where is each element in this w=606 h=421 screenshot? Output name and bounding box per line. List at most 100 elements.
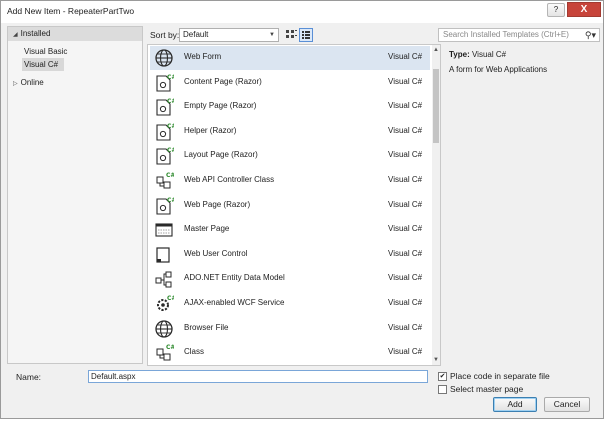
tree-item-installed[interactable]: ◢ Installed	[8, 27, 142, 41]
template-row[interactable]: C# Web Page (Razor) Visual C#	[150, 194, 430, 218]
class-icon: C#	[154, 343, 175, 363]
template-language: Visual C#	[388, 175, 423, 184]
scroll-thumb[interactable]	[433, 69, 439, 143]
template-language: Visual C#	[388, 199, 423, 209]
scroll-down-arrow-icon[interactable]: ▼	[433, 357, 439, 363]
svg-text:C#: C#	[166, 172, 174, 179]
template-row[interactable]: C# Empty Page (Razor) Visual C#	[150, 95, 430, 119]
template-name: ADO.NET Entity Data Model	[184, 273, 285, 283]
dropdown-arrow-icon: ▼	[269, 32, 275, 38]
name-label: Name:	[16, 372, 42, 382]
sort-by-label: Sort by:	[150, 30, 180, 40]
razor-page-icon: C#	[154, 122, 176, 142]
sort-by-value: Default	[183, 30, 209, 39]
template-name: AJAX-enabled WCF Service	[184, 298, 285, 307]
type-value: Visual C#	[471, 50, 507, 59]
grid-view-icon	[286, 30, 297, 38]
wcf-service-icon: C#	[154, 294, 176, 314]
class-icon: C#	[154, 171, 175, 191]
template-language: Visual C#	[388, 248, 423, 258]
search-templates-input[interactable]: Search Installed Templates (Ctrl+E) ⚲▾	[438, 28, 600, 42]
template-row[interactable]: C# Layout Page (Razor) Visual C#	[150, 144, 430, 168]
template-row[interactable]: Web User Control Visual C#	[150, 243, 430, 267]
checkmark-icon: ✔	[439, 373, 446, 380]
add-new-item-dialog: Add New Item - RepeaterPartTwo ? X ◢ Inst…	[0, 0, 604, 419]
search-icon[interactable]: ⚲▾	[585, 29, 596, 41]
template-row[interactable]: C# Web API Controller Class Visual C#	[150, 169, 430, 193]
razor-page-icon: C#	[154, 146, 176, 166]
template-row[interactable]: Browser File Visual C#	[150, 317, 430, 341]
list-view-button[interactable]	[299, 28, 313, 42]
search-placeholder: Search Installed Templates (Ctrl+E)	[443, 30, 569, 39]
master-page-label: Select master page	[450, 384, 524, 394]
separate-file-checkbox[interactable]: ✔	[438, 372, 447, 381]
template-row[interactable]: C# AJAX-enabled WCF Service Visual C#	[150, 292, 430, 316]
template-details: Type: Visual C# A form for Web Applicati…	[443, 44, 601, 366]
template-row[interactable]: Master Page Visual C#	[150, 218, 430, 242]
svg-text:C#: C#	[167, 197, 174, 204]
globe-icon	[154, 319, 174, 339]
template-name: Master Page	[184, 224, 230, 234]
template-name: Browser File	[184, 322, 229, 332]
template-row[interactable]: C# Class Visual C#	[150, 341, 430, 365]
template-language: Visual C#	[388, 101, 423, 111]
template-name: Web API Controller Class	[184, 175, 275, 184]
svg-text:C#: C#	[166, 344, 174, 351]
separate-file-label: Place code in separate file	[450, 371, 550, 381]
svg-text:C#: C#	[167, 98, 174, 105]
close-button[interactable]: X	[567, 2, 601, 17]
expanded-triangle-icon[interactable]: ◢	[13, 32, 18, 38]
template-language: Visual C#	[388, 347, 423, 357]
grid-view-button[interactable]	[284, 28, 298, 42]
template-language: Visual C#	[388, 125, 423, 135]
template-name: Empty Page (Razor)	[184, 101, 257, 111]
razor-page-icon: C#	[154, 73, 176, 93]
template-list: Web Form Visual C# C# Content Page (Razor) V…	[147, 44, 441, 366]
sort-by-dropdown[interactable]: Default ▼	[179, 28, 279, 42]
add-button[interactable]: Add	[493, 397, 537, 412]
template-language: Visual C#	[388, 322, 423, 332]
tree-item-online[interactable]: ▷ Online	[8, 76, 44, 89]
template-name: Class	[184, 347, 205, 357]
template-name: Layout Page (Razor)	[184, 150, 258, 160]
razor-page-icon: C#	[154, 97, 176, 117]
globe-icon	[154, 48, 174, 68]
name-field[interactable]: Default.aspx	[88, 370, 428, 383]
installed-label: Installed	[20, 29, 51, 38]
help-button[interactable]: ?	[547, 3, 565, 17]
tree-item-visual-csharp[interactable]: Visual C#	[22, 58, 64, 71]
list-view-icon	[302, 31, 310, 39]
template-language: Visual C#	[388, 76, 423, 86]
template-language: Visual C#	[388, 273, 423, 283]
template-name: Web Page (Razor)	[184, 199, 251, 209]
template-row[interactable]: C# Content Page (Razor) Visual C#	[150, 71, 430, 95]
template-name: Content Page (Razor)	[184, 76, 262, 86]
master-page-checkbox[interactable]	[438, 385, 447, 394]
template-description: A form for Web Applications	[449, 65, 548, 74]
type-label: Type:	[449, 50, 470, 59]
svg-text:C#: C#	[167, 295, 174, 302]
visual-csharp-label: Visual C#	[24, 60, 59, 69]
title-bar: Add New Item - RepeaterPartTwo ? X	[1, 1, 603, 23]
detail-type: Type: Visual C#	[449, 50, 506, 59]
template-language: Visual C#	[388, 224, 423, 234]
online-label: Online	[20, 78, 44, 87]
template-row[interactable]: C# Helper (Razor) Visual C#	[150, 120, 430, 144]
template-list-scrollbar[interactable]: ▲ ▼	[432, 45, 440, 365]
visual-basic-label: Visual Basic	[24, 47, 68, 56]
entity-model-icon	[154, 269, 174, 289]
tree-item-visual-basic[interactable]: Visual Basic	[8, 45, 142, 58]
template-name: Web User Control	[184, 248, 248, 258]
svg-text:C#: C#	[167, 123, 174, 130]
cancel-button[interactable]: Cancel	[544, 397, 590, 412]
svg-text:C#: C#	[167, 74, 174, 81]
template-row[interactable]: Web Form Visual C#	[150, 46, 430, 70]
scroll-up-arrow-icon[interactable]: ▲	[433, 47, 439, 53]
category-tree: ◢ Installed Visual Basic Visual C# ▷ Onlin…	[7, 26, 143, 364]
master-page-icon	[154, 220, 174, 240]
user-control-icon	[154, 245, 174, 265]
template-language: Visual C#	[388, 52, 423, 61]
razor-page-icon: C#	[154, 196, 176, 216]
collapsed-triangle-icon[interactable]: ▷	[13, 81, 18, 87]
template-row[interactable]: ADO.NET Entity Data Model Visual C#	[150, 267, 430, 291]
